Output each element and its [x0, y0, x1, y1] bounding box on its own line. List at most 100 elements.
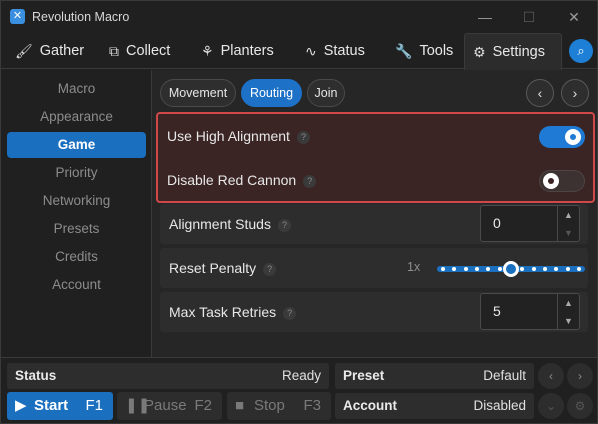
status-value: Ready: [281, 368, 321, 383]
chevron-right-icon[interactable]: ›: [567, 363, 593, 389]
chevron-right-icon[interactable]: ›: [561, 79, 589, 107]
chevron-up-icon[interactable]: ▲: [557, 206, 579, 224]
gear-icon[interactable]: ⚙: [567, 393, 593, 419]
start-button[interactable]: ▶ Start F1: [7, 392, 113, 420]
minimize-button[interactable]: —: [473, 7, 497, 27]
search-icon: ⌕: [577, 43, 585, 58]
setting-row-disable-red-cannon: Disable Red Cannon?: [158, 160, 588, 200]
sidebar-item-priority[interactable]: Priority: [7, 160, 146, 186]
setting-label: Disable Red Cannon?: [167, 172, 317, 188]
slider-thumb[interactable]: [503, 261, 519, 277]
alignment-studs-stepper[interactable]: 0 ▲ ▼: [480, 205, 580, 242]
slider-tick: [452, 267, 457, 271]
account-value: Disabled: [473, 398, 526, 413]
stop-button[interactable]: ■ Stop F3: [227, 392, 331, 420]
close-button[interactable]: ✕: [562, 7, 586, 27]
pause-hotkey: F2: [194, 397, 212, 414]
tab-tools[interactable]: 🔧 Tools: [387, 33, 461, 69]
slider-tick: [554, 267, 559, 271]
planter-icon: ⚘: [201, 42, 214, 59]
tab-label: Gather: [39, 43, 85, 59]
use-high-alignment-toggle[interactable]: [539, 126, 585, 148]
wrench-icon: 🔧: [395, 42, 413, 59]
tab-label: Tools: [419, 43, 454, 59]
pulse-icon: ∿: [305, 42, 317, 59]
slider-tick: [520, 267, 525, 271]
subtab-routing[interactable]: Routing: [241, 79, 302, 107]
play-icon: ▶: [15, 397, 27, 414]
slider-tick: [441, 267, 445, 271]
maximize-button[interactable]: ☐: [517, 7, 541, 27]
sidebar-item-credits[interactable]: Credits: [7, 244, 146, 270]
chevron-up-icon[interactable]: ▲: [557, 294, 579, 312]
chevron-down-icon[interactable]: ▼: [557, 312, 579, 330]
help-icon[interactable]: ?: [303, 174, 317, 188]
main-tab-bar: 🖌 Gather ⧉ Collect ⚘ Planters ∿ Status 🔧…: [1, 33, 597, 70]
sidebar-item-game[interactable]: Game: [7, 132, 146, 158]
pause-button[interactable]: ❚❚ Pause F2: [117, 392, 222, 420]
stepper-value[interactable]: 0: [493, 215, 501, 231]
tab-status[interactable]: ∿ Status: [297, 33, 373, 69]
reset-penalty-value: 1x: [407, 260, 421, 274]
subtab-join[interactable]: Join: [307, 79, 345, 107]
settings-content: Movement Routing Join ‹ › Use High Align…: [151, 70, 597, 357]
tab-label: Collect: [126, 43, 171, 59]
setting-label-text: Disable Red Cannon: [167, 172, 297, 188]
bottom-bar: Status Ready Preset Default ‹ › ▶ Start …: [1, 357, 597, 423]
start-label: Start: [34, 397, 69, 414]
chevron-down-icon[interactable]: ▼: [557, 224, 579, 242]
setting-label: Alignment Studs?: [169, 216, 291, 232]
window-title: Revolution Macro: [32, 10, 130, 24]
pause-label: Pause: [144, 397, 187, 414]
sidebar-item-macro[interactable]: Macro: [7, 76, 146, 102]
account-panel[interactable]: Account Disabled: [335, 393, 534, 419]
setting-row-reset-penalty: Reset Penalty? 1x: [160, 248, 588, 288]
setting-label-text: Reset Penalty: [169, 260, 257, 276]
setting-label-text: Max Task Retries: [169, 304, 277, 320]
toggle-knob: [543, 173, 559, 189]
title-bar: ✕ Revolution Macro — ☐ ✕: [1, 1, 597, 33]
gear-icon: ⚙: [473, 43, 486, 60]
slider-tick: [543, 267, 547, 271]
help-icon[interactable]: ?: [283, 306, 297, 320]
chevron-down-icon[interactable]: ⌄: [538, 393, 564, 419]
slider-tick: [531, 267, 536, 271]
search-button[interactable]: ⌕: [569, 39, 593, 63]
chevron-left-icon[interactable]: ‹: [538, 363, 564, 389]
sidebar-item-account[interactable]: Account: [7, 272, 146, 298]
tab-label: Planters: [220, 43, 274, 59]
toggle-knob: [565, 129, 581, 145]
tab-label: Status: [323, 43, 365, 59]
account-label: Account: [343, 398, 397, 413]
max-task-retries-stepper[interactable]: 5 ▲ ▼: [480, 293, 580, 330]
help-icon[interactable]: ?: [277, 218, 291, 232]
slider-tick: [475, 267, 479, 271]
tab-settings[interactable]: ⚙ Settings: [464, 33, 562, 70]
chevron-left-icon[interactable]: ‹: [526, 79, 554, 107]
preset-panel[interactable]: Preset Default: [335, 363, 534, 389]
stop-label: Stop: [254, 397, 285, 414]
setting-label: Max Task Retries?: [169, 304, 297, 320]
revolution-logo-icon: ✕: [10, 9, 25, 24]
subtab-movement[interactable]: Movement: [160, 79, 236, 107]
help-icon[interactable]: ?: [263, 262, 277, 276]
sidebar-item-presets[interactable]: Presets: [7, 216, 146, 242]
tab-gather[interactable]: 🖌 Gather: [7, 33, 92, 69]
sidebar-item-appearance[interactable]: Appearance: [7, 104, 146, 130]
slider-tick: [565, 267, 570, 271]
stepper-value[interactable]: 5: [493, 303, 501, 319]
tab-planters[interactable]: ⚘ Planters: [193, 33, 282, 69]
app-window: ✕ Revolution Macro — ☐ ✕ 🖌 Gather ⧉ Coll…: [0, 0, 598, 424]
tab-label: Settings: [492, 44, 545, 60]
tab-collect[interactable]: ⧉ Collect: [101, 33, 178, 69]
sidebar-item-networking[interactable]: Networking: [7, 188, 146, 214]
slider-tick: [486, 267, 491, 271]
setting-row-alignment-studs: Alignment Studs? 0 ▲ ▼: [160, 204, 588, 244]
reset-penalty-slider[interactable]: [437, 261, 585, 277]
help-icon[interactable]: ?: [296, 130, 310, 144]
disable-red-cannon-toggle[interactable]: [539, 170, 585, 192]
status-label: Status: [15, 368, 57, 383]
wand-icon: 🖌: [15, 42, 33, 59]
setting-label: Reset Penalty?: [169, 260, 277, 276]
setting-row-use-high-alignment: Use High Alignment?: [158, 116, 588, 156]
